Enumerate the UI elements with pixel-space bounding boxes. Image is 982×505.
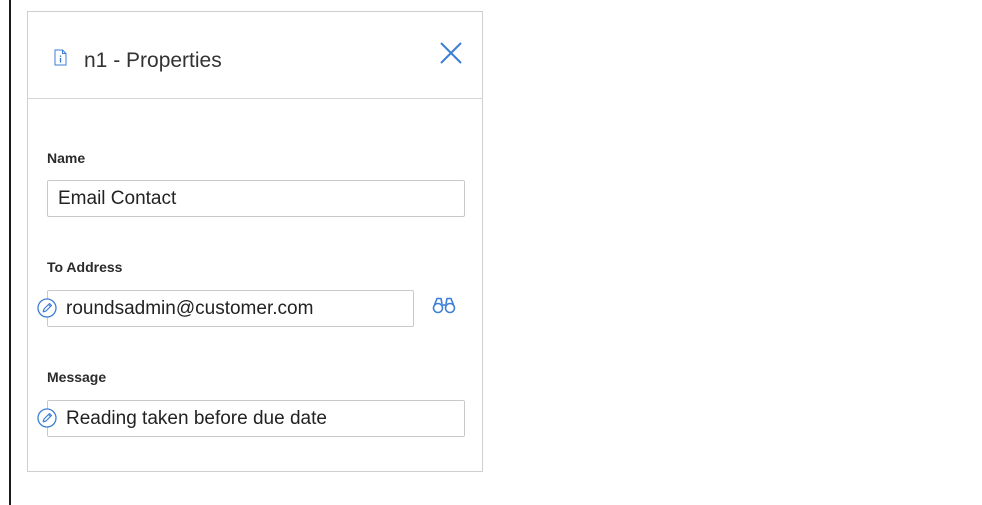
pencil-icon[interactable]: [37, 408, 57, 428]
close-icon[interactable]: [436, 38, 466, 68]
binoculars-icon[interactable]: [432, 296, 456, 314]
document-info-icon: [54, 49, 67, 66]
to-address-field[interactable]: roundsadmin@customer.com: [37, 290, 414, 327]
properties-panel: n1 - Properties Name Email Contact To Ad…: [27, 11, 483, 472]
panel-title: n1 - Properties: [84, 49, 222, 72]
page: n1 - Properties Name Email Contact To Ad…: [0, 0, 982, 505]
to-address-field-value: roundsadmin@customer.com: [66, 298, 314, 319]
name-field-value: Email Contact: [58, 188, 177, 209]
to-address-label: To Address: [47, 259, 123, 275]
message-field[interactable]: Reading taken before due date: [37, 400, 465, 437]
left-divider: [9, 0, 11, 505]
name-field[interactable]: Email Contact: [47, 180, 465, 217]
panel-header: n1 - Properties: [28, 12, 482, 99]
name-label: Name: [47, 150, 86, 166]
message-label: Message: [47, 369, 107, 385]
pencil-icon[interactable]: [37, 298, 57, 318]
message-field-value: Reading taken before due date: [66, 408, 327, 429]
